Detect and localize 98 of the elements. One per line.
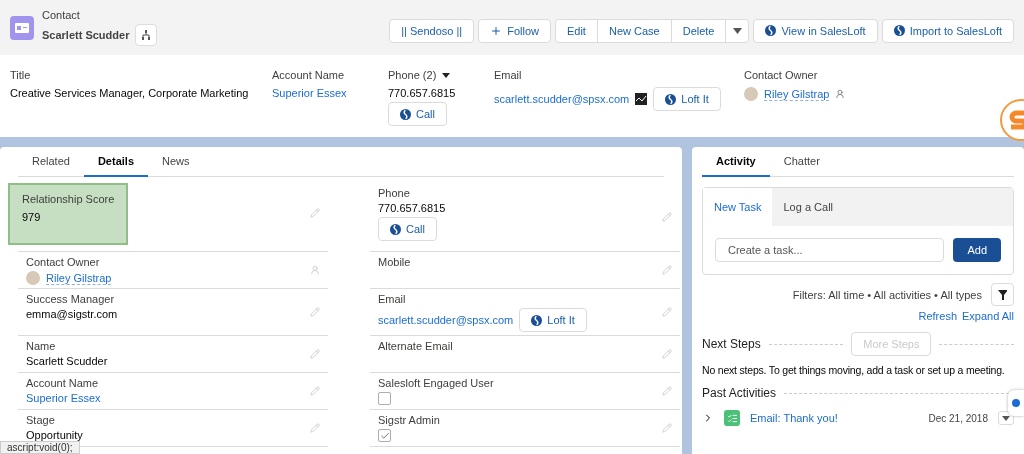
field-label: Alternate Email xyxy=(378,340,453,352)
field-label: Account Name xyxy=(26,377,100,389)
chart-icon[interactable] xyxy=(635,93,648,105)
action-link[interactable]: Refresh xyxy=(918,310,957,322)
avatar xyxy=(744,87,758,101)
hierarchy-icon xyxy=(141,30,152,40)
add-button[interactable]: Add xyxy=(953,238,1001,262)
action-button[interactable]: New Case xyxy=(597,19,672,42)
empty-message: No next steps. To get things moving, add a task or set up a meeting. xyxy=(702,364,1006,376)
filters-text: Filters: All time • All activities • All types xyxy=(792,288,982,301)
field-label: Contact Owner xyxy=(26,256,101,268)
tab[interactable]: Chatter xyxy=(769,147,834,177)
action-button[interactable]: Edit xyxy=(555,19,598,42)
account-link[interactable]: Superior Essex xyxy=(26,392,101,404)
loft-it-button[interactable]: Loft It xyxy=(653,87,721,111)
loft-it-button[interactable]: Loft It xyxy=(519,308,587,332)
field-label: Relationship Score xyxy=(22,193,115,205)
salesloft-bubble-icon[interactable] xyxy=(1008,390,1024,416)
field-label: Phone (2) xyxy=(388,69,437,81)
salesloft-button[interactable]: View in SalesLoft xyxy=(753,18,878,43)
row-menu-button[interactable] xyxy=(998,411,1014,425)
edit-icon[interactable] xyxy=(662,422,672,433)
field-value: Creative Services Manager, Corporate Marketing xyxy=(10,87,250,99)
salesloft-icon xyxy=(400,108,411,120)
salesloft-icon xyxy=(765,25,777,36)
action-button[interactable]: Delete xyxy=(671,19,727,42)
caret-icon xyxy=(733,27,742,34)
section-title: Past Activities xyxy=(702,386,777,400)
field-value: emma@sigstr.com xyxy=(26,308,118,320)
salesloft-icon xyxy=(390,223,401,235)
task-input[interactable]: Create a task... xyxy=(715,238,945,262)
edit-icon[interactable] xyxy=(310,385,320,396)
phone-value: 770.657.6815 xyxy=(388,87,457,99)
change-owner-icon[interactable] xyxy=(310,264,320,275)
field-value: Opportunity xyxy=(26,429,83,441)
task-icon xyxy=(724,410,740,426)
object-label: Contact xyxy=(42,9,81,21)
phone-value: 770.657.6815 xyxy=(378,202,446,214)
field-label: Stage xyxy=(26,414,56,426)
change-owner-icon[interactable] xyxy=(835,89,846,99)
composer-tab[interactable]: New Task xyxy=(703,188,773,226)
email-link[interactable]: scarlett.scudder@spsx.com xyxy=(378,314,514,326)
contact-card-icon xyxy=(10,15,34,40)
plus-icon xyxy=(490,24,503,37)
filter-button[interactable] xyxy=(991,283,1014,306)
field-label: Success Manager xyxy=(26,293,116,305)
caret-icon xyxy=(1002,415,1010,421)
edit-icon[interactable] xyxy=(662,348,672,359)
edit-icon[interactable] xyxy=(310,208,320,218)
action-link[interactable]: Expand All xyxy=(962,310,1014,322)
tab[interactable]: Related xyxy=(18,147,84,177)
edit-icon[interactable] xyxy=(662,306,672,317)
hierarchy-button[interactable] xyxy=(135,24,158,46)
checkbox[interactable] xyxy=(378,392,391,405)
field-label: Email xyxy=(494,69,522,81)
tab[interactable]: News xyxy=(148,147,204,177)
field-label: Name xyxy=(26,340,57,352)
follow-button[interactable]: Follow xyxy=(478,18,551,43)
salesloft-icon xyxy=(665,93,677,105)
edit-icon[interactable] xyxy=(310,422,320,433)
salesloft-button[interactable]: Import to SalesLoft xyxy=(881,18,1014,43)
check-icon xyxy=(379,430,390,441)
field-label: Mobile xyxy=(378,256,411,268)
edit-icon[interactable] xyxy=(662,211,672,222)
salesloft-icon xyxy=(893,25,905,36)
activity-link[interactable]: Email: Thank you! xyxy=(750,412,838,424)
tab[interactable]: Details xyxy=(83,147,148,177)
field-value: Scarlett Scudder xyxy=(26,355,108,367)
owner-link[interactable]: Riley Gilstrap xyxy=(46,271,112,285)
record-name: Scarlett Scudder xyxy=(42,29,130,41)
field-label: Title xyxy=(10,69,31,81)
edit-icon[interactable] xyxy=(310,306,320,317)
field-label: Sigstr Admin xyxy=(378,414,440,426)
tab[interactable]: Activity xyxy=(702,147,770,177)
activity-date: Dec 21, 2018 xyxy=(928,412,988,424)
salesloft-icon xyxy=(531,314,543,326)
composer-tab[interactable]: Log a Call xyxy=(772,188,845,226)
call-button[interactable]: Call xyxy=(388,102,447,126)
field-label: Contact Owner xyxy=(744,69,818,81)
edit-icon[interactable] xyxy=(662,385,672,396)
field-value: 979 xyxy=(22,211,42,223)
dropdown-caret-icon[interactable] xyxy=(442,72,451,78)
checkbox[interactable] xyxy=(378,429,391,442)
field-label: Phone xyxy=(378,187,411,199)
email-link[interactable]: scarlett.scudder@spsx.com xyxy=(494,93,630,105)
status-tooltip: ascript:void(0); xyxy=(0,441,80,454)
avatar xyxy=(26,271,40,285)
field-label: Account Name xyxy=(272,69,345,81)
owner-link[interactable]: Riley Gilstrap xyxy=(764,87,830,101)
call-button[interactable]: Call xyxy=(378,217,437,241)
field-label: Salesloft Engaged User xyxy=(378,377,494,389)
sendoso-button[interactable]: || Sendoso || xyxy=(389,18,475,43)
field-label: Email xyxy=(378,293,407,305)
filter-icon xyxy=(998,289,1007,300)
edit-icon[interactable] xyxy=(662,264,672,275)
section-title: Next Steps xyxy=(702,337,761,351)
account-link[interactable]: Superior Essex xyxy=(272,87,388,99)
edit-icon[interactable] xyxy=(310,348,320,359)
